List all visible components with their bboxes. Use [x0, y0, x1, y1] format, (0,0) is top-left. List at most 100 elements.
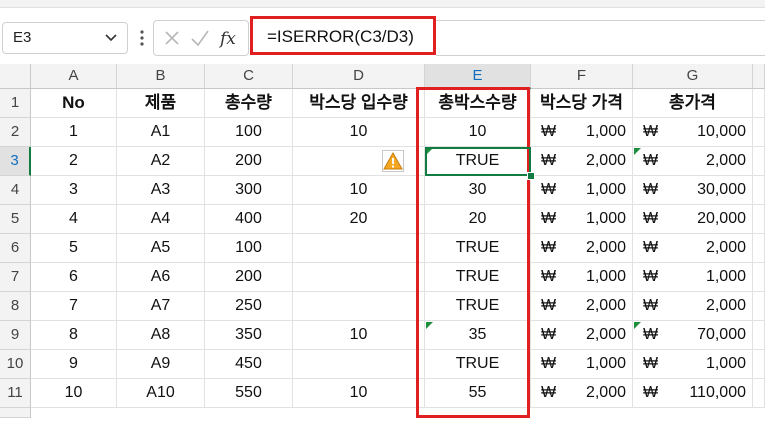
cell-c7[interactable]: 200 — [205, 263, 293, 292]
cell-b2[interactable]: A1 — [117, 118, 205, 147]
formula-input[interactable]: =ISERROR(C3/D3) — [250, 16, 436, 55]
cell-h1[interactable] — [753, 89, 765, 118]
cell-h7[interactable] — [753, 263, 765, 292]
cell-h3[interactable] — [753, 147, 765, 176]
cell-a2[interactable]: 1 — [31, 118, 117, 147]
formula-input-extension[interactable] — [436, 20, 765, 56]
cell-f3[interactable]: ₩2,000 — [531, 147, 633, 176]
column-header-d[interactable]: D — [293, 64, 425, 89]
cell-f2[interactable]: ₩1,000 — [531, 118, 633, 147]
column-header-h-partial[interactable] — [753, 64, 765, 89]
cell-d7[interactable] — [293, 263, 425, 292]
cell-g11[interactable]: ₩110,000 — [633, 379, 753, 408]
cell-b7[interactable]: A6 — [117, 263, 205, 292]
insert-function-icon[interactable]: fx — [218, 26, 242, 50]
cell-h4[interactable] — [753, 176, 765, 205]
cell-b6[interactable]: A5 — [117, 234, 205, 263]
row-header-6[interactable]: 6 — [0, 234, 31, 263]
cell-d5[interactable]: 20 — [293, 205, 425, 234]
cell-c4[interactable]: 300 — [205, 176, 293, 205]
cell-f8[interactable]: ₩2,000 — [531, 292, 633, 321]
cell-d2[interactable]: 10 — [293, 118, 425, 147]
cell-h2[interactable] — [753, 118, 765, 147]
cell-b5[interactable]: A4 — [117, 205, 205, 234]
header-cell-f[interactable]: 박스당 가격 — [531, 89, 633, 118]
cancel-icon[interactable] — [160, 26, 184, 50]
cell-b8[interactable]: A7 — [117, 292, 205, 321]
cell-a4[interactable]: 3 — [31, 176, 117, 205]
header-cell-d[interactable]: 박스당 입수량 — [293, 89, 425, 118]
cell-d6[interactable] — [293, 234, 425, 263]
cell-a7[interactable]: 6 — [31, 263, 117, 292]
cell-a10[interactable]: 9 — [31, 350, 117, 379]
cell-d4[interactable]: 10 — [293, 176, 425, 205]
cell-h11[interactable] — [753, 379, 765, 408]
cell-a8[interactable]: 7 — [31, 292, 117, 321]
row-header-4[interactable]: 4 — [0, 176, 31, 205]
cell-g2[interactable]: ₩10,000 — [633, 118, 753, 147]
row-header-12-partial[interactable] — [0, 408, 31, 418]
cell-b11[interactable]: A10 — [117, 379, 205, 408]
name-box[interactable]: E3 — [2, 22, 128, 54]
cell-h6[interactable] — [753, 234, 765, 263]
cell-a5[interactable]: 4 — [31, 205, 117, 234]
cell-f5[interactable]: ₩1,000 — [531, 205, 633, 234]
cell-c3[interactable]: 200 — [205, 147, 293, 176]
cell-c5[interactable]: 400 — [205, 205, 293, 234]
column-header-c[interactable]: C — [205, 64, 293, 89]
cell-h9[interactable] — [753, 321, 765, 350]
chevron-down-icon[interactable] — [101, 26, 121, 50]
row-header-3[interactable]: 3 — [0, 147, 31, 176]
cell-a9[interactable]: 8 — [31, 321, 117, 350]
cell-f9[interactable]: ₩2,000 — [531, 321, 633, 350]
cell-b9[interactable]: A8 — [117, 321, 205, 350]
warning-smart-tag[interactable] — [382, 150, 404, 172]
column-header-b[interactable]: B — [117, 64, 205, 89]
row-header-11[interactable]: 11 — [0, 379, 31, 408]
cell-g4[interactable]: ₩30,000 — [633, 176, 753, 205]
select-all-corner[interactable] — [0, 64, 31, 89]
cell-f7[interactable]: ₩1,000 — [531, 263, 633, 292]
header-cell-b[interactable]: 제품 — [117, 89, 205, 118]
cell-c2[interactable]: 100 — [205, 118, 293, 147]
cell-d9[interactable]: 10 — [293, 321, 425, 350]
cell-h8[interactable] — [753, 292, 765, 321]
cell-d10[interactable] — [293, 350, 425, 379]
enter-check-icon[interactable] — [188, 26, 212, 50]
active-cell-e3[interactable] — [425, 147, 531, 176]
row-header-10[interactable]: 10 — [0, 350, 31, 379]
row-header-2[interactable]: 2 — [0, 118, 31, 147]
cell-c8[interactable]: 250 — [205, 292, 293, 321]
row-header-8[interactable]: 8 — [0, 292, 31, 321]
cell-c10[interactable]: 450 — [205, 350, 293, 379]
cell-g5[interactable]: ₩20,000 — [633, 205, 753, 234]
cell-g3[interactable]: ₩2,000 — [633, 147, 753, 176]
row-header-7[interactable]: 7 — [0, 263, 31, 292]
cell-g8[interactable]: ₩2,000 — [633, 292, 753, 321]
cell-d3[interactable] — [293, 147, 425, 176]
column-header-a[interactable]: A — [31, 64, 117, 89]
cell-b10[interactable]: A9 — [117, 350, 205, 379]
cell-f4[interactable]: ₩1,000 — [531, 176, 633, 205]
cell-h10[interactable] — [753, 350, 765, 379]
cell-a11[interactable]: 10 — [31, 379, 117, 408]
row-header-5[interactable]: 5 — [0, 205, 31, 234]
cell-f11[interactable]: ₩2,000 — [531, 379, 633, 408]
column-header-f[interactable]: F — [531, 64, 633, 89]
cell-g9[interactable]: ₩70,000 — [633, 321, 753, 350]
cell-h5[interactable] — [753, 205, 765, 234]
cell-f10[interactable]: ₩1,000 — [531, 350, 633, 379]
cell-a6[interactable]: 5 — [31, 234, 117, 263]
more-options-icon[interactable] — [139, 28, 145, 48]
row-header-9[interactable]: 9 — [0, 321, 31, 350]
cell-f6[interactable]: ₩2,000 — [531, 234, 633, 263]
cell-g6[interactable]: ₩2,000 — [633, 234, 753, 263]
column-header-e[interactable]: E — [425, 64, 531, 89]
column-header-g[interactable]: G — [633, 64, 753, 89]
cell-c9[interactable]: 350 — [205, 321, 293, 350]
cell-d11[interactable]: 10 — [293, 379, 425, 408]
fill-handle[interactable] — [527, 172, 535, 180]
cell-b4[interactable]: A3 — [117, 176, 205, 205]
header-cell-a[interactable]: No — [31, 89, 117, 118]
cell-b3[interactable]: A2 — [117, 147, 205, 176]
